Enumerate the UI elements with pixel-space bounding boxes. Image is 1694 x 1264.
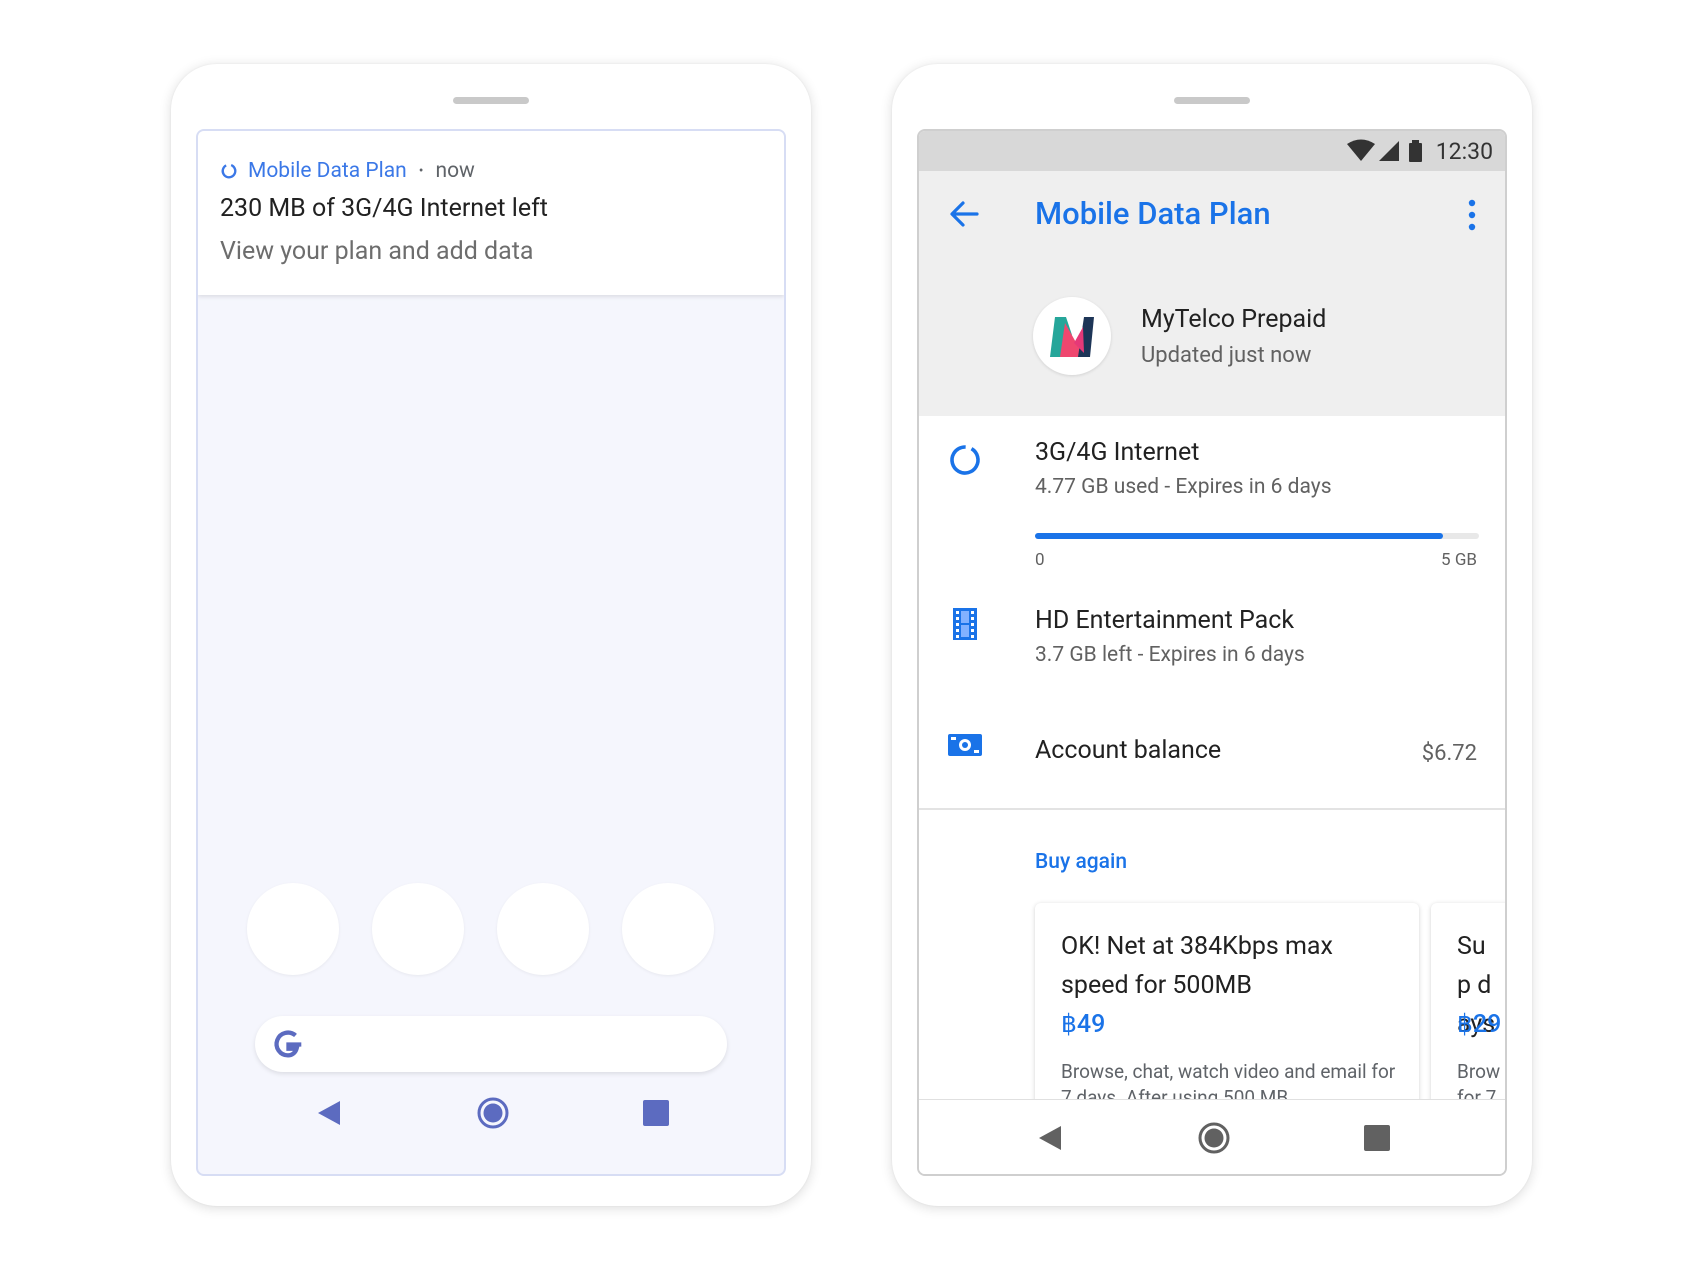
money-icon bbox=[948, 734, 982, 756]
status-icons bbox=[1347, 139, 1422, 162]
back-arrow-icon[interactable] bbox=[947, 197, 981, 231]
app-header: Mobile Data Plan MyTelco Prepaid Updated… bbox=[919, 171, 1505, 416]
back-triangle-icon[interactable] bbox=[1035, 1122, 1067, 1154]
back-triangle-icon[interactable] bbox=[314, 1097, 346, 1129]
recents-square-icon[interactable] bbox=[1361, 1122, 1393, 1154]
carrier-name: MyTelco Prepaid bbox=[1141, 305, 1327, 334]
data-plan-notification[interactable]: Mobile Data Plan • now 230 MB of 3G/4G I… bbox=[198, 131, 784, 295]
notification-title: 230 MB of 3G/4G Internet left bbox=[220, 194, 548, 223]
signal-icon bbox=[1379, 141, 1399, 161]
balance-label: Account balance bbox=[1035, 736, 1222, 765]
phone-right: 12:30 Mobile Data Plan MyTelco Prepaid U… bbox=[892, 64, 1532, 1206]
home-circle-icon[interactable] bbox=[1198, 1122, 1230, 1154]
navigation-bar bbox=[919, 1099, 1505, 1174]
status-time: 12:30 bbox=[1435, 138, 1493, 165]
plan-internet-title: 3G/4G Internet bbox=[1035, 438, 1200, 467]
usage-range-min: 0 bbox=[1035, 550, 1045, 570]
usage-progress-bar bbox=[1035, 533, 1479, 539]
app-title: Mobile Data Plan bbox=[1035, 195, 1271, 232]
notification-time: now bbox=[435, 159, 475, 183]
notification-text: View your plan and add data bbox=[220, 237, 534, 266]
app-icon-placeholder[interactable] bbox=[622, 883, 714, 975]
data-usage-icon bbox=[950, 445, 980, 475]
phone-speaker bbox=[453, 97, 529, 104]
offer-price: ฿29 bbox=[1457, 1010, 1502, 1039]
usage-range-max: 5 GB bbox=[1441, 550, 1477, 570]
notification-separator: • bbox=[418, 163, 424, 179]
phone-speaker bbox=[1174, 97, 1250, 104]
buy-again-label: Buy again bbox=[1035, 850, 1128, 874]
wifi-icon bbox=[1347, 139, 1375, 161]
carrier-updated: Updated just now bbox=[1141, 343, 1312, 368]
offer-name: OK! Net at 384Kbps max speed for 500MB bbox=[1061, 932, 1333, 1000]
google-g-icon bbox=[274, 1030, 302, 1058]
carrier-logo bbox=[1033, 297, 1111, 375]
battery-icon bbox=[1409, 140, 1422, 162]
status-bar: 12:30 bbox=[919, 131, 1505, 171]
balance-value: $6.72 bbox=[1421, 741, 1477, 766]
app-icon-placeholder[interactable] bbox=[372, 883, 464, 975]
offer-price: ฿49 bbox=[1061, 1010, 1106, 1039]
data-usage-icon bbox=[221, 163, 237, 179]
section-divider bbox=[919, 808, 1505, 810]
plan-internet-subtitle: 4.77 GB used - Expires in 6 days bbox=[1035, 475, 1332, 499]
plan-entertainment-title: HD Entertainment Pack bbox=[1035, 606, 1294, 635]
mytelco-logo-icon bbox=[1050, 317, 1094, 357]
data-plan-screen: 12:30 Mobile Data Plan MyTelco Prepaid U… bbox=[917, 129, 1507, 1176]
notification-header: Mobile Data Plan • now bbox=[220, 158, 475, 184]
usage-progress-fill bbox=[1035, 533, 1444, 539]
app-icon-placeholder[interactable] bbox=[497, 883, 589, 975]
home-screen: Mobile Data Plan • now 230 MB of 3G/4G I… bbox=[196, 129, 786, 1176]
home-circle-icon[interactable] bbox=[477, 1097, 509, 1129]
movie-film-icon bbox=[953, 608, 977, 640]
recents-square-icon[interactable] bbox=[640, 1097, 672, 1129]
google-search-bar[interactable] bbox=[255, 1016, 727, 1072]
navigation-bar bbox=[198, 1083, 784, 1143]
phone-left: Mobile Data Plan • now 230 MB of 3G/4G I… bbox=[171, 64, 811, 1206]
app-icon-placeholder[interactable] bbox=[247, 883, 339, 975]
plan-entertainment-subtitle: 3.7 GB left - Expires in 6 days bbox=[1035, 643, 1305, 667]
more-vert-icon[interactable] bbox=[1467, 199, 1477, 231]
notification-app-name: Mobile Data Plan bbox=[248, 159, 407, 183]
